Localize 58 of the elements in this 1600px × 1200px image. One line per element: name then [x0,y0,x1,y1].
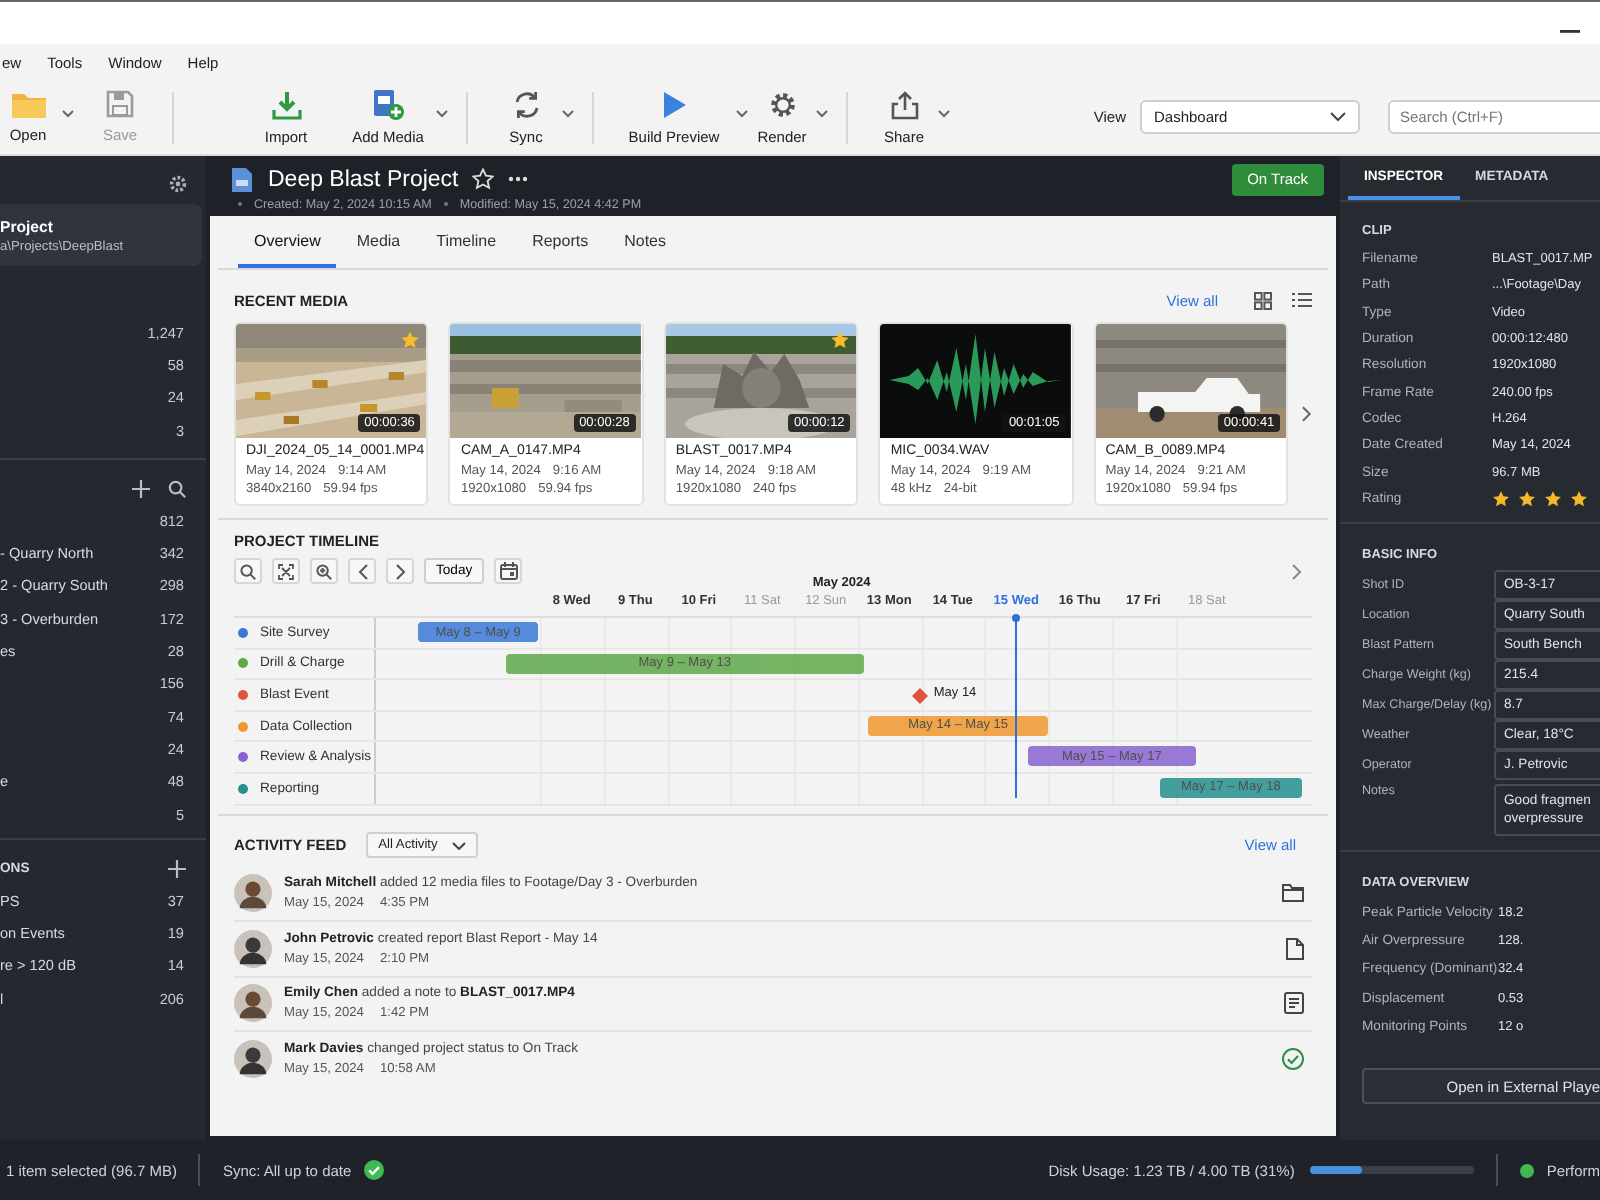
caret-icon[interactable] [562,109,574,117]
file-icon[interactable] [1286,937,1304,960]
avatar [234,1039,272,1078]
next-button[interactable] [386,558,414,584]
tab[interactable]: Notes [608,228,682,268]
gear-icon [767,89,797,119]
star-icon[interactable] [830,330,851,350]
chevron-right-icon[interactable] [1302,406,1312,422]
sync-icon [511,89,541,119]
add-icon[interactable] [132,479,150,498]
caret-icon[interactable] [938,109,950,117]
search-icon[interactable] [168,479,186,498]
grid-view-icon[interactable] [1254,291,1272,309]
star-icon[interactable] [1518,489,1536,508]
zoom-in-button[interactable] [310,558,338,584]
previous-button[interactable] [348,558,376,584]
star-icon[interactable] [472,168,495,190]
document-icon [232,167,252,191]
list-view-icon[interactable] [1292,292,1312,308]
folder-icon[interactable] [1282,884,1304,903]
calendar-button[interactable] [494,558,523,584]
zoom-out-button[interactable] [234,558,262,584]
save-icon [106,90,134,118]
share-icon [889,89,919,119]
chevron-down-icon [452,841,467,850]
avatar [234,929,272,968]
settings-icon[interactable] [168,174,188,194]
caret-icon[interactable] [62,109,74,117]
caret-icon[interactable] [436,109,448,117]
add-media-icon [372,88,404,120]
fit-button[interactable] [272,558,300,584]
tab[interactable]: Overview [238,228,337,268]
caret-icon[interactable] [736,109,748,117]
more-icon[interactable] [508,176,529,182]
tab[interactable]: Reports [516,228,605,268]
caret-icon[interactable] [816,109,828,117]
tab[interactable]: Timeline [420,228,513,268]
tab[interactable]: Media [340,228,417,268]
add-icon[interactable] [168,859,186,878]
chevron-right-icon[interactable] [1292,563,1302,579]
chevron-right-icon [395,563,405,579]
download-icon [271,89,301,119]
avatar [234,984,272,1023]
star-icon[interactable] [1492,489,1510,508]
star-icon[interactable] [1544,489,1562,508]
avatar [234,874,272,913]
star-icon[interactable] [1570,489,1588,508]
check-icon[interactable] [1282,1047,1304,1070]
folder-icon [11,90,45,118]
project-title: Deep Blast Project [268,167,459,191]
note-icon[interactable] [1284,992,1304,1015]
play-icon [660,89,688,119]
milestone-icon[interactable] [911,687,928,704]
status-dot [1520,1163,1535,1177]
star-icon[interactable] [400,330,421,350]
chevron-left-icon [357,563,367,579]
minimize-icon[interactable] [1560,29,1580,33]
chevron-down-icon [1330,112,1346,122]
